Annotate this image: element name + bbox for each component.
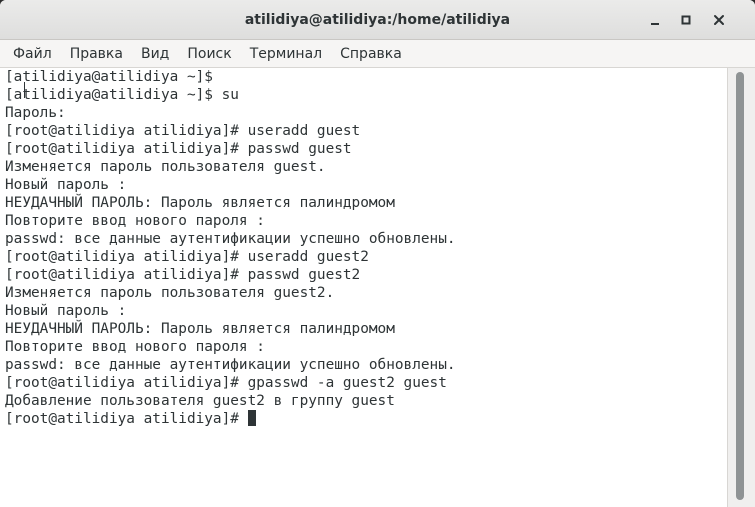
terminal-line: [root@atilidiya atilidiya]# passwd guest — [5, 141, 352, 157]
terminal-line: [atilidiya@atilidiya ~]$ — [5, 69, 213, 85]
terminal-output[interactable]: [atilidiya@atilidiya ~]$ [atilidiya@atil… — [0, 68, 727, 507]
title-bar[interactable]: atilidiya@atilidiya:/home/atilidiya — [0, 0, 755, 40]
terminal-line: Добавление пользователя guest2 в группу … — [5, 393, 395, 409]
terminal-window: atilidiya@atilidiya:/home/atilidiya Файл… — [0, 0, 755, 507]
close-icon — [714, 15, 724, 25]
terminal-line: НЕУДАЧНЫЙ ПАРОЛЬ: Пароль является палинд… — [5, 321, 395, 337]
menu-help[interactable]: Справка — [331, 40, 411, 68]
terminal-line: [root@atilidiya atilidiya]# gpasswd -a g… — [5, 375, 447, 391]
terminal-line: Пароль: — [5, 105, 66, 121]
terminal-line: НЕУДАЧНЫЙ ПАРОЛЬ: Пароль является палинд… — [5, 195, 395, 211]
menu-edit[interactable]: Правка — [61, 40, 132, 68]
terminal-line: [root@atilidiya atilidiya]# useradd gues… — [5, 249, 369, 265]
terminal-cursor — [247, 410, 256, 426]
terminal-prompt: [root@atilidiya atilidiya]# — [5, 411, 248, 427]
menu-search[interactable]: Поиск — [178, 40, 240, 68]
terminal-line: [root@atilidiya atilidiya]# passwd guest… — [5, 267, 361, 283]
menu-view[interactable]: Вид — [132, 40, 178, 68]
minimize-button[interactable] — [644, 9, 666, 31]
minimize-icon — [651, 23, 659, 25]
maximize-button[interactable] — [675, 9, 697, 31]
terminal-line: Новый пароль : — [5, 303, 127, 319]
terminal-line: Новый пароль : — [5, 177, 127, 193]
terminal-line: passwd: все данные аутентификации успешн… — [5, 357, 456, 373]
terminal-line: [atilidiya@atilidiya ~]$ su — [5, 87, 239, 103]
terminal-line: Повторите ввод нового пароля : — [5, 339, 265, 355]
terminal-line: passwd: все данные аутентификации успешн… — [5, 231, 456, 247]
maximize-icon — [681, 15, 691, 25]
close-button[interactable] — [708, 9, 730, 31]
terminal-line: [root@atilidiya atilidiya]# useradd gues… — [5, 123, 361, 139]
terminal-line: Изменяется пароль пользователя guest2. — [5, 285, 335, 301]
terminal-prompt-line[interactable]: [root@atilidiya atilidiya]# — [5, 410, 727, 428]
mouse-text-caret — [24, 82, 25, 98]
window-title: atilidiya@atilidiya:/home/atilidiya — [244, 12, 511, 28]
scrollbar-thumb[interactable] — [736, 72, 744, 500]
vertical-scrollbar[interactable] — [727, 68, 755, 507]
menu-terminal[interactable]: Терминал — [241, 40, 331, 68]
menu-file[interactable]: Файл — [4, 40, 61, 68]
menu-bar: Файл Правка Вид Поиск Терминал Справка — [0, 40, 755, 68]
terminal-line: Изменяется пароль пользователя guest. — [5, 159, 326, 175]
terminal-line: Повторите ввод нового пароля : — [5, 213, 265, 229]
